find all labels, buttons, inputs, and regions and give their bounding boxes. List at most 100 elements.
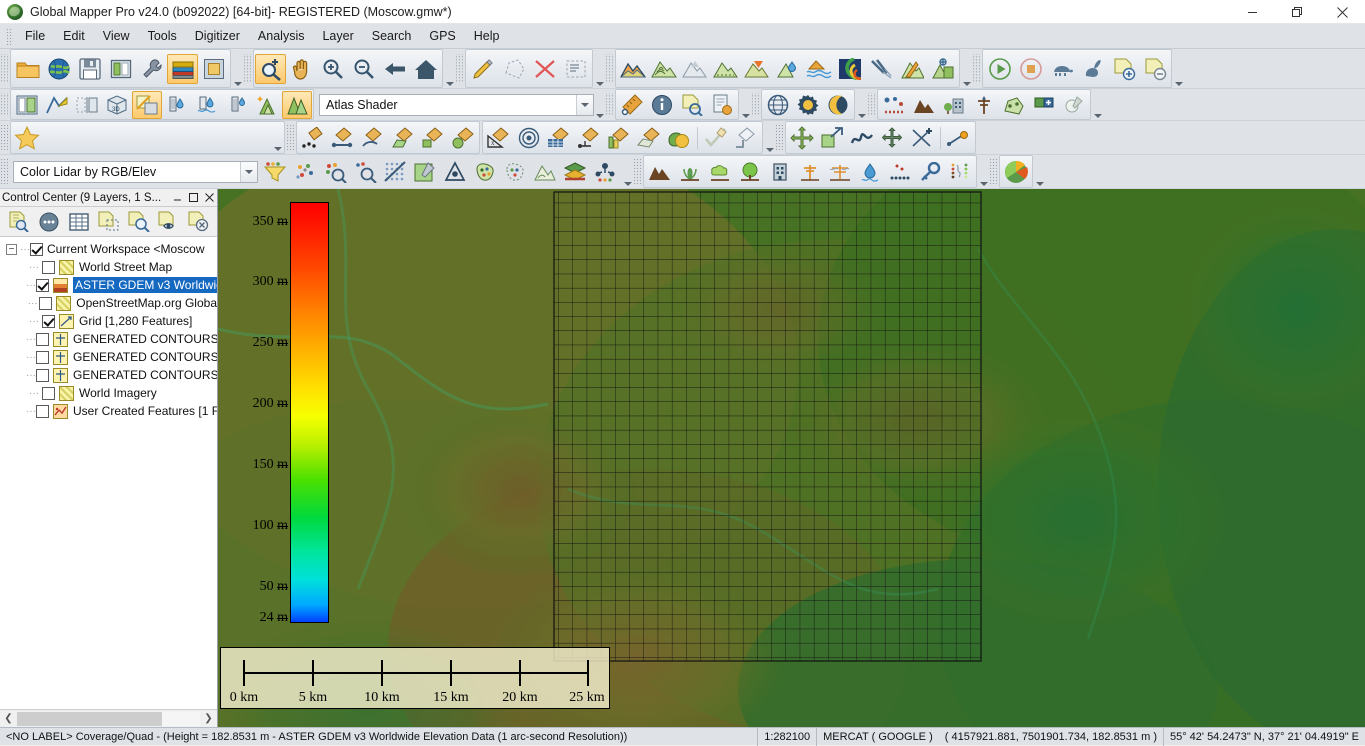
- layer-row-aster-gdem[interactable]: ··· ASTER GDEM v3 Worldwid: [0, 276, 217, 294]
- zoom-in-icon[interactable]: [317, 54, 348, 84]
- digitize-rectangle-icon[interactable]: [418, 124, 448, 152]
- layer-checkbox[interactable]: [36, 278, 49, 292]
- lidar-toolbar-overflow[interactable]: [622, 155, 633, 188]
- scrollbar-thumb[interactable]: [17, 711, 162, 726]
- layer-checkbox[interactable]: [36, 368, 49, 382]
- layer-checkbox[interactable]: [36, 332, 49, 346]
- features-toolbar-overflow[interactable]: [1092, 89, 1103, 120]
- scrollbar-track[interactable]: [17, 711, 200, 726]
- zoom-full-view-icon[interactable]: [410, 54, 441, 84]
- lidar-points-icon[interactable]: [290, 158, 320, 186]
- layer-row-world-street-map[interactable]: ··· World Street Map: [0, 258, 217, 276]
- play-icon[interactable]: [984, 54, 1015, 84]
- layer-row-contours-2[interactable]: ··· GENERATED CONTOURS(2: [0, 348, 217, 366]
- add-vertex-icon[interactable]: [907, 124, 937, 152]
- scroll-right-icon[interactable]: ❯: [200, 711, 217, 727]
- reshape-features-icon[interactable]: [847, 124, 877, 152]
- digitize-grid-icon[interactable]: [544, 124, 574, 152]
- digitize-building-icon[interactable]: [604, 124, 634, 152]
- navigation-toolbar-overflow[interactable]: [444, 49, 455, 88]
- slow-turtle-icon[interactable]: [1046, 54, 1077, 84]
- chevron-down-icon[interactable]: [240, 161, 257, 182]
- digitize-combine-icon[interactable]: [664, 124, 694, 152]
- move-features-icon[interactable]: [787, 124, 817, 152]
- layer-crop-icon[interactable]: [94, 209, 124, 235]
- edit-toolbar-overflow[interactable]: [594, 49, 605, 88]
- building-features-icon[interactable]: [939, 91, 969, 119]
- chevron-down-icon[interactable]: [576, 94, 593, 115]
- menu-tools[interactable]: Tools: [139, 26, 186, 46]
- lidar-reclassify-icon[interactable]: [500, 158, 530, 186]
- overlay-control-icon[interactable]: [198, 54, 229, 84]
- layer-zoom-icon[interactable]: [124, 209, 154, 235]
- terrain-volume-icon[interactable]: [710, 54, 741, 84]
- terrain-features-icon[interactable]: [909, 91, 939, 119]
- playback-toolbar-overflow[interactable]: [1173, 49, 1184, 88]
- accept-edit-icon[interactable]: [701, 124, 731, 152]
- view-shed-icon[interactable]: [679, 54, 710, 84]
- layer-row-openstreetmap[interactable]: ··· OpenStreetMap.org Globa: [0, 294, 217, 312]
- save-workspace-icon[interactable]: [74, 54, 105, 84]
- toolbar-grip[interactable]: [606, 92, 613, 117]
- toolbar-grip[interactable]: [1, 53, 8, 84]
- layer-options-dots-icon[interactable]: [34, 209, 64, 235]
- add-frame-icon[interactable]: [1108, 54, 1139, 84]
- digitize-area-icon[interactable]: [388, 124, 418, 152]
- measure-toolbar-overflow[interactable]: [740, 89, 751, 120]
- layer-attribute-table-icon[interactable]: [64, 209, 94, 235]
- status-scale[interactable]: 1:282100: [757, 727, 816, 746]
- digitize-curve-icon[interactable]: [358, 124, 388, 152]
- zoom-previous-icon[interactable]: [379, 54, 410, 84]
- water-level-icon[interactable]: [803, 54, 834, 84]
- class-powerline-icon[interactable]: [825, 158, 855, 186]
- menu-layer[interactable]: Layer: [313, 26, 362, 46]
- lidar-qc-icon[interactable]: [590, 158, 620, 186]
- palette-toolbar-overflow[interactable]: [1034, 155, 1045, 188]
- area-features-icon[interactable]: [999, 91, 1029, 119]
- spectral-icon[interactable]: [1059, 91, 1089, 119]
- layer-checkbox[interactable]: [36, 350, 49, 364]
- point-cloud-icon[interactable]: [865, 54, 896, 84]
- select-area-icon[interactable]: [498, 54, 529, 84]
- layer-close-icon[interactable]: [184, 209, 214, 235]
- layer-visibility-icon[interactable]: [154, 209, 184, 235]
- restore-icon[interactable]: [1275, 0, 1320, 24]
- workspace-checkbox[interactable]: [30, 242, 43, 256]
- menu-view[interactable]: View: [94, 26, 139, 46]
- toolbar-grip[interactable]: [776, 124, 783, 151]
- control-center-horizontal-scrollbar[interactable]: ❮ ❯: [0, 709, 217, 727]
- cut-fill-icon[interactable]: [741, 54, 772, 84]
- terrain-3d-icon[interactable]: [927, 54, 958, 84]
- globe-settings-icon[interactable]: [793, 91, 823, 119]
- class-water-icon[interactable]: [855, 158, 885, 186]
- path-profile-icon[interactable]: [42, 91, 72, 119]
- watershed-icon[interactable]: [772, 54, 803, 84]
- terrain-paint-icon[interactable]: [834, 54, 865, 84]
- layer-row-contours-3[interactable]: ··· GENERATED CONTOURS(3: [0, 366, 217, 384]
- class-powerpole-icon[interactable]: [795, 158, 825, 186]
- layer-metadata-icon[interactable]: [4, 209, 34, 235]
- toolbar-grip[interactable]: [868, 92, 875, 117]
- toggle-shader-icon[interactable]: [132, 90, 162, 119]
- minimize-icon[interactable]: [1230, 0, 1275, 24]
- classification-toolbar-overflow[interactable]: [978, 155, 989, 188]
- water-level2-icon[interactable]: [192, 91, 222, 119]
- menu-gps[interactable]: GPS: [420, 26, 464, 46]
- crop-layer-icon[interactable]: [560, 54, 591, 84]
- panel-maximize-icon[interactable]: [185, 190, 201, 206]
- panel-minimize-icon[interactable]: [169, 190, 185, 206]
- open-folder-icon[interactable]: [12, 54, 43, 84]
- class-low-veg-icon[interactable]: [675, 158, 705, 186]
- pan-hand-icon[interactable]: [286, 54, 317, 84]
- digitize-point-icon[interactable]: [298, 124, 328, 152]
- toolbar-grip[interactable]: [456, 53, 463, 84]
- mirror-view-icon[interactable]: [72, 91, 102, 119]
- delete-selection-icon[interactable]: [529, 54, 560, 84]
- class-key-icon[interactable]: [915, 158, 945, 186]
- layer-checkbox[interactable]: [39, 296, 53, 310]
- favorites-toolbar-overflow[interactable]: [272, 122, 283, 153]
- favorites-star-icon[interactable]: [12, 124, 42, 152]
- combine-terrain-icon[interactable]: [896, 54, 927, 84]
- digitize-circle-icon[interactable]: [448, 124, 478, 152]
- shader-select[interactable]: Atlas Shader: [319, 93, 594, 116]
